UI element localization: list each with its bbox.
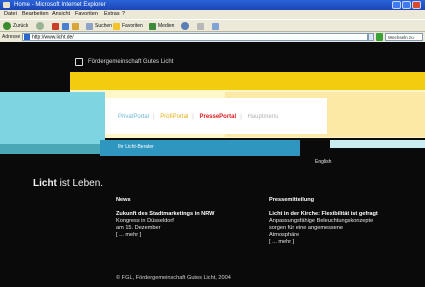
go-arrow-icon[interactable]	[376, 33, 383, 41]
close-button[interactable]	[412, 1, 421, 9]
minimize-button[interactable]	[392, 1, 401, 9]
refresh-icon[interactable]	[62, 23, 69, 30]
back-button[interactable]: Zurück	[13, 22, 28, 31]
media-button[interactable]: Medien	[158, 22, 174, 31]
separator: |	[192, 114, 194, 120]
link-english[interactable]: English	[315, 159, 331, 166]
window-title: Home - Microsoft Internet Explorer	[14, 2, 106, 8]
menu-help[interactable]: ?	[122, 10, 125, 19]
print-icon[interactable]	[212, 23, 219, 30]
news-line: am 15. Dezember	[116, 225, 161, 231]
tagline: Licht ist Leben.	[33, 178, 103, 190]
url-text: http://www.licht.de/	[32, 34, 74, 41]
press-title-link[interactable]: Licht in der Kirche: Flexibilität ist ge…	[269, 211, 419, 218]
news-line: Kongress in Düsseldorf	[116, 218, 174, 224]
history-icon[interactable]	[181, 22, 189, 30]
address-label: Adresse	[2, 34, 21, 40]
search-button[interactable]: Suchen	[95, 22, 112, 31]
menu-ansicht[interactable]: Ansicht	[52, 10, 70, 19]
tagline-bold: Licht	[33, 178, 57, 189]
address-dropdown-button[interactable]	[368, 33, 374, 41]
standard-toolbar: Zurück Suchen Favoriten Medien	[0, 19, 425, 32]
press-line: Anpassungsfähige Beleuchtungskonzepte	[269, 218, 374, 224]
home-icon[interactable]	[72, 23, 79, 30]
favorites-button[interactable]: Favoriten	[122, 22, 143, 31]
news-column: News Zukunft des Stadtmarketings in NRW …	[116, 197, 251, 239]
browser-window: Home - Microsoft Internet Explorer Datei…	[0, 0, 425, 287]
tagline-rest: ist Leben.	[56, 178, 104, 189]
press-line: sorgen für eine angemessene	[269, 225, 344, 231]
portal-nav: PrivatPortal | ProfiPortal | PressePortal |…	[118, 113, 282, 121]
teal-stripe	[0, 144, 110, 154]
web-page: Fördergemeinschaft Gutes Licht PrivatPor…	[0, 42, 425, 287]
press-column: Pressemitteilung Licht in der Kirche: Fl…	[269, 197, 419, 246]
news-more-link[interactable]: [ ... mehr ]	[116, 232, 251, 239]
url-input[interactable]: http://www.licht.de/	[22, 33, 368, 41]
favorites-star-icon[interactable]	[113, 23, 120, 30]
org-name: Fördergemeinschaft Gutes Licht	[88, 59, 174, 65]
menu-extras[interactable]: Extras	[104, 10, 120, 19]
media-icon[interactable]	[149, 23, 156, 30]
ie-icon	[3, 2, 10, 8]
address-bar: Adresse http://www.licht.de/ Wechseln zu	[0, 32, 425, 42]
yellow-stripe	[70, 72, 425, 90]
mail-icon[interactable]	[197, 23, 204, 30]
forward-arrow-icon[interactable]	[36, 22, 44, 30]
stop-icon[interactable]	[52, 23, 59, 30]
go-to-box[interactable]: Wechseln zu	[385, 33, 423, 41]
press-more-link[interactable]: [ ... mehr ]	[269, 239, 419, 246]
link-privatportal[interactable]: PrivatPortal	[118, 114, 149, 120]
menu-datei[interactable]: Datei	[4, 10, 17, 19]
press-line: Atmosphäre	[269, 232, 300, 238]
menu-bearbeiten[interactable]: Bearbeiten	[22, 10, 49, 19]
press-heading: Pressemitteilung	[269, 197, 315, 203]
menu-favoriten[interactable]: Favoriten	[75, 10, 98, 19]
copyright: © FGL, Fördergemeinschaft Gutes Licht, 2…	[116, 275, 231, 281]
maximize-button[interactable]	[402, 1, 411, 9]
fgl-logo-icon[interactable]	[75, 58, 83, 66]
separator: |	[240, 114, 242, 120]
link-profiportal[interactable]: ProfiPortal	[160, 114, 188, 120]
link-presseportal[interactable]: PressePortal	[200, 114, 237, 120]
link-licht-berater[interactable]: Ihr Licht-Berater	[118, 144, 154, 151]
cyan-block	[0, 92, 105, 144]
page-icon	[24, 34, 30, 40]
back-arrow-icon[interactable]	[3, 22, 11, 30]
news-heading: News	[116, 197, 131, 203]
title-bar: Home - Microsoft Internet Explorer	[0, 0, 425, 10]
link-hauptmenu[interactable]: Hauptmenu	[247, 114, 278, 120]
search-icon[interactable]	[86, 23, 93, 30]
news-title-link[interactable]: Zukunft des Stadtmarketings in NRW	[116, 211, 251, 218]
separator: |	[153, 114, 155, 120]
light-cyan-stripe	[330, 140, 425, 148]
menu-bar: Datei Bearbeiten Ansicht Favoriten Extra…	[0, 10, 425, 19]
